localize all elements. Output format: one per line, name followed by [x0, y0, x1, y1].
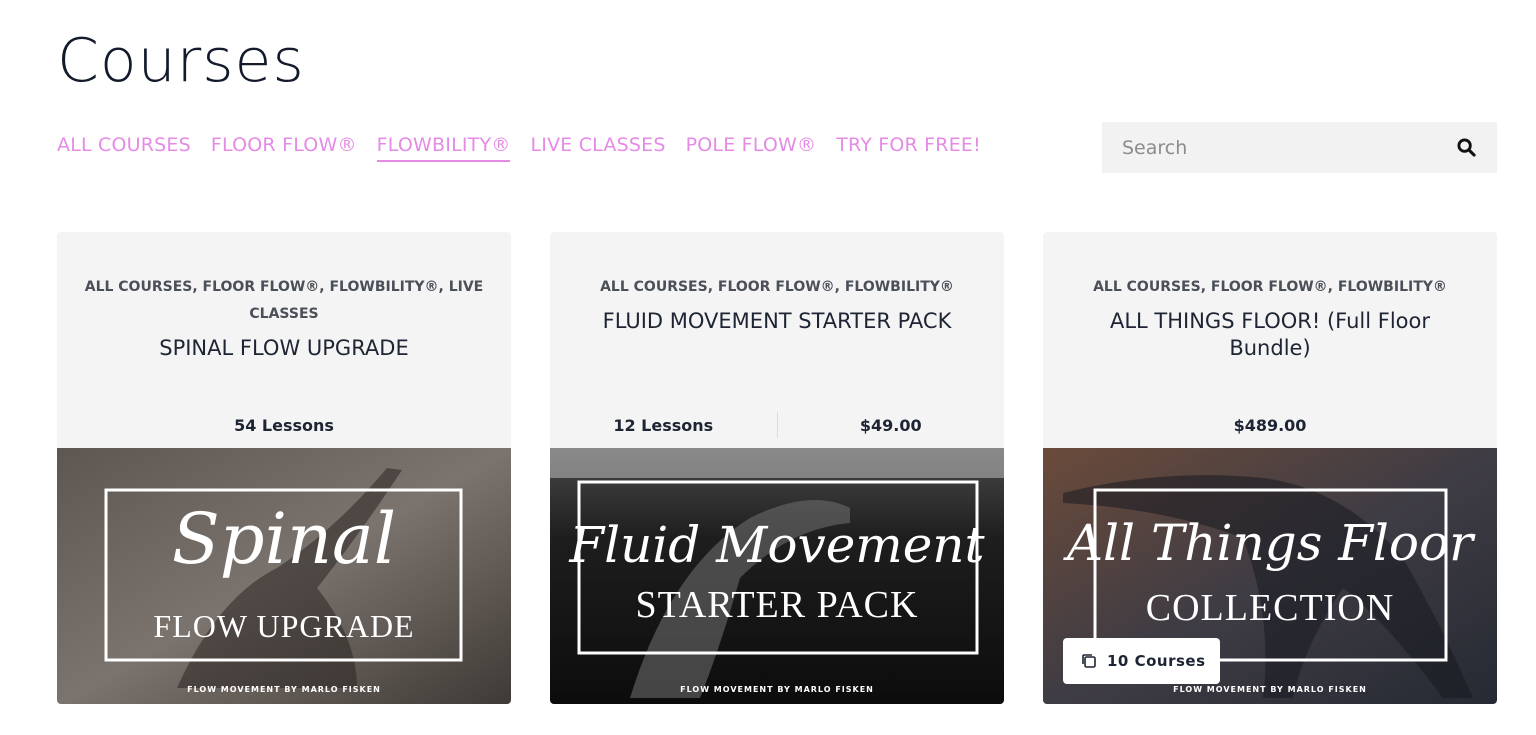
card-meta: $489.00 [1043, 410, 1497, 440]
thumbnail-script-text: Spinal [171, 498, 397, 580]
tab-live-classes[interactable]: LIVE CLASSES [530, 134, 665, 162]
search-icon[interactable] [1455, 137, 1477, 159]
card-title[interactable]: SPINAL FLOW UPGRADE [82, 335, 486, 362]
search-box [1102, 122, 1497, 173]
course-card[interactable]: ALL COURSES, FLOOR FLOW®, FLOWBILITY®, L… [57, 232, 511, 704]
courses-count-badge: 10 Courses [1063, 638, 1220, 684]
thumbnail-photo [550, 448, 1004, 704]
tab-all-courses[interactable]: ALL COURSES [57, 134, 191, 162]
card-categories: ALL COURSES, FLOOR FLOW®, FLOWBILITY® [600, 279, 954, 295]
card-categories: ALL COURSES, FLOOR FLOW®, FLOWBILITY®, L… [84, 279, 484, 322]
thumbnail-script-text: All Things Floor [1066, 514, 1474, 572]
price: $49.00 [859, 415, 922, 435]
thumbnail-footer-text: FLOW MOVEMENT BY MARLO FISKEN [680, 685, 874, 694]
card-categories: ALL COURSES, FLOOR FLOW®, FLOWBILITY® [1093, 279, 1447, 295]
tab-flowbility[interactable]: FLOWBILITY® [376, 134, 511, 162]
card-meta: 12 Lessons $49.00 [550, 410, 1004, 440]
tab-try-for-free[interactable]: TRY FOR FREE! [836, 134, 981, 162]
tab-pole-flow[interactable]: POLE FLOW® [686, 134, 817, 162]
course-thumbnail[interactable]: Fluid Movement STARTER PACK FLOW MOVEMEN… [550, 448, 1004, 704]
thumbnail-footer-text: FLOW MOVEMENT BY MARLO FISKEN [187, 685, 381, 694]
lesson-count: 54 Lessons [234, 415, 334, 435]
thumbnail-script-text: Fluid Movement [569, 516, 985, 574]
thumbnail-caps-text: STARTER PACK [635, 584, 919, 626]
thumbnail-caps-text: COLLECTION [1145, 587, 1395, 629]
courses-count-label: 10 Courses [1107, 652, 1206, 670]
thumbnail-caps-text: FLOW UPGRADE [153, 608, 415, 644]
lesson-count: 12 Lessons [613, 415, 714, 435]
page-title: Courses [57, 26, 305, 96]
search-input[interactable] [1122, 136, 1455, 159]
course-thumbnail[interactable]: Spinal FLOW UPGRADE FLOW MOVEMENT BY MAR… [57, 448, 511, 704]
course-card[interactable]: ALL COURSES, FLOOR FLOW®, FLOWBILITY® FL… [550, 232, 1004, 704]
category-tabs: ALL COURSES FLOOR FLOW® FLOWBILITY® LIVE… [57, 134, 1001, 162]
card-title[interactable]: FLUID MOVEMENT STARTER PACK [575, 308, 979, 335]
copy-icon [1081, 653, 1097, 669]
thumbnail-footer-text: FLOW MOVEMENT BY MARLO FISKEN [1173, 685, 1367, 694]
course-card[interactable]: ALL COURSES, FLOOR FLOW®, FLOWBILITY® AL… [1043, 232, 1497, 704]
tab-floor-flow[interactable]: FLOOR FLOW® [211, 134, 357, 162]
card-meta: 54 Lessons [57, 410, 511, 440]
course-thumbnail[interactable]: All Things Floor COLLECTION FLOW MOVEMEN… [1043, 448, 1497, 704]
card-title[interactable]: ALL THINGS FLOOR! (Full Floor Bundle) [1068, 308, 1472, 362]
price: $489.00 [1233, 415, 1307, 435]
